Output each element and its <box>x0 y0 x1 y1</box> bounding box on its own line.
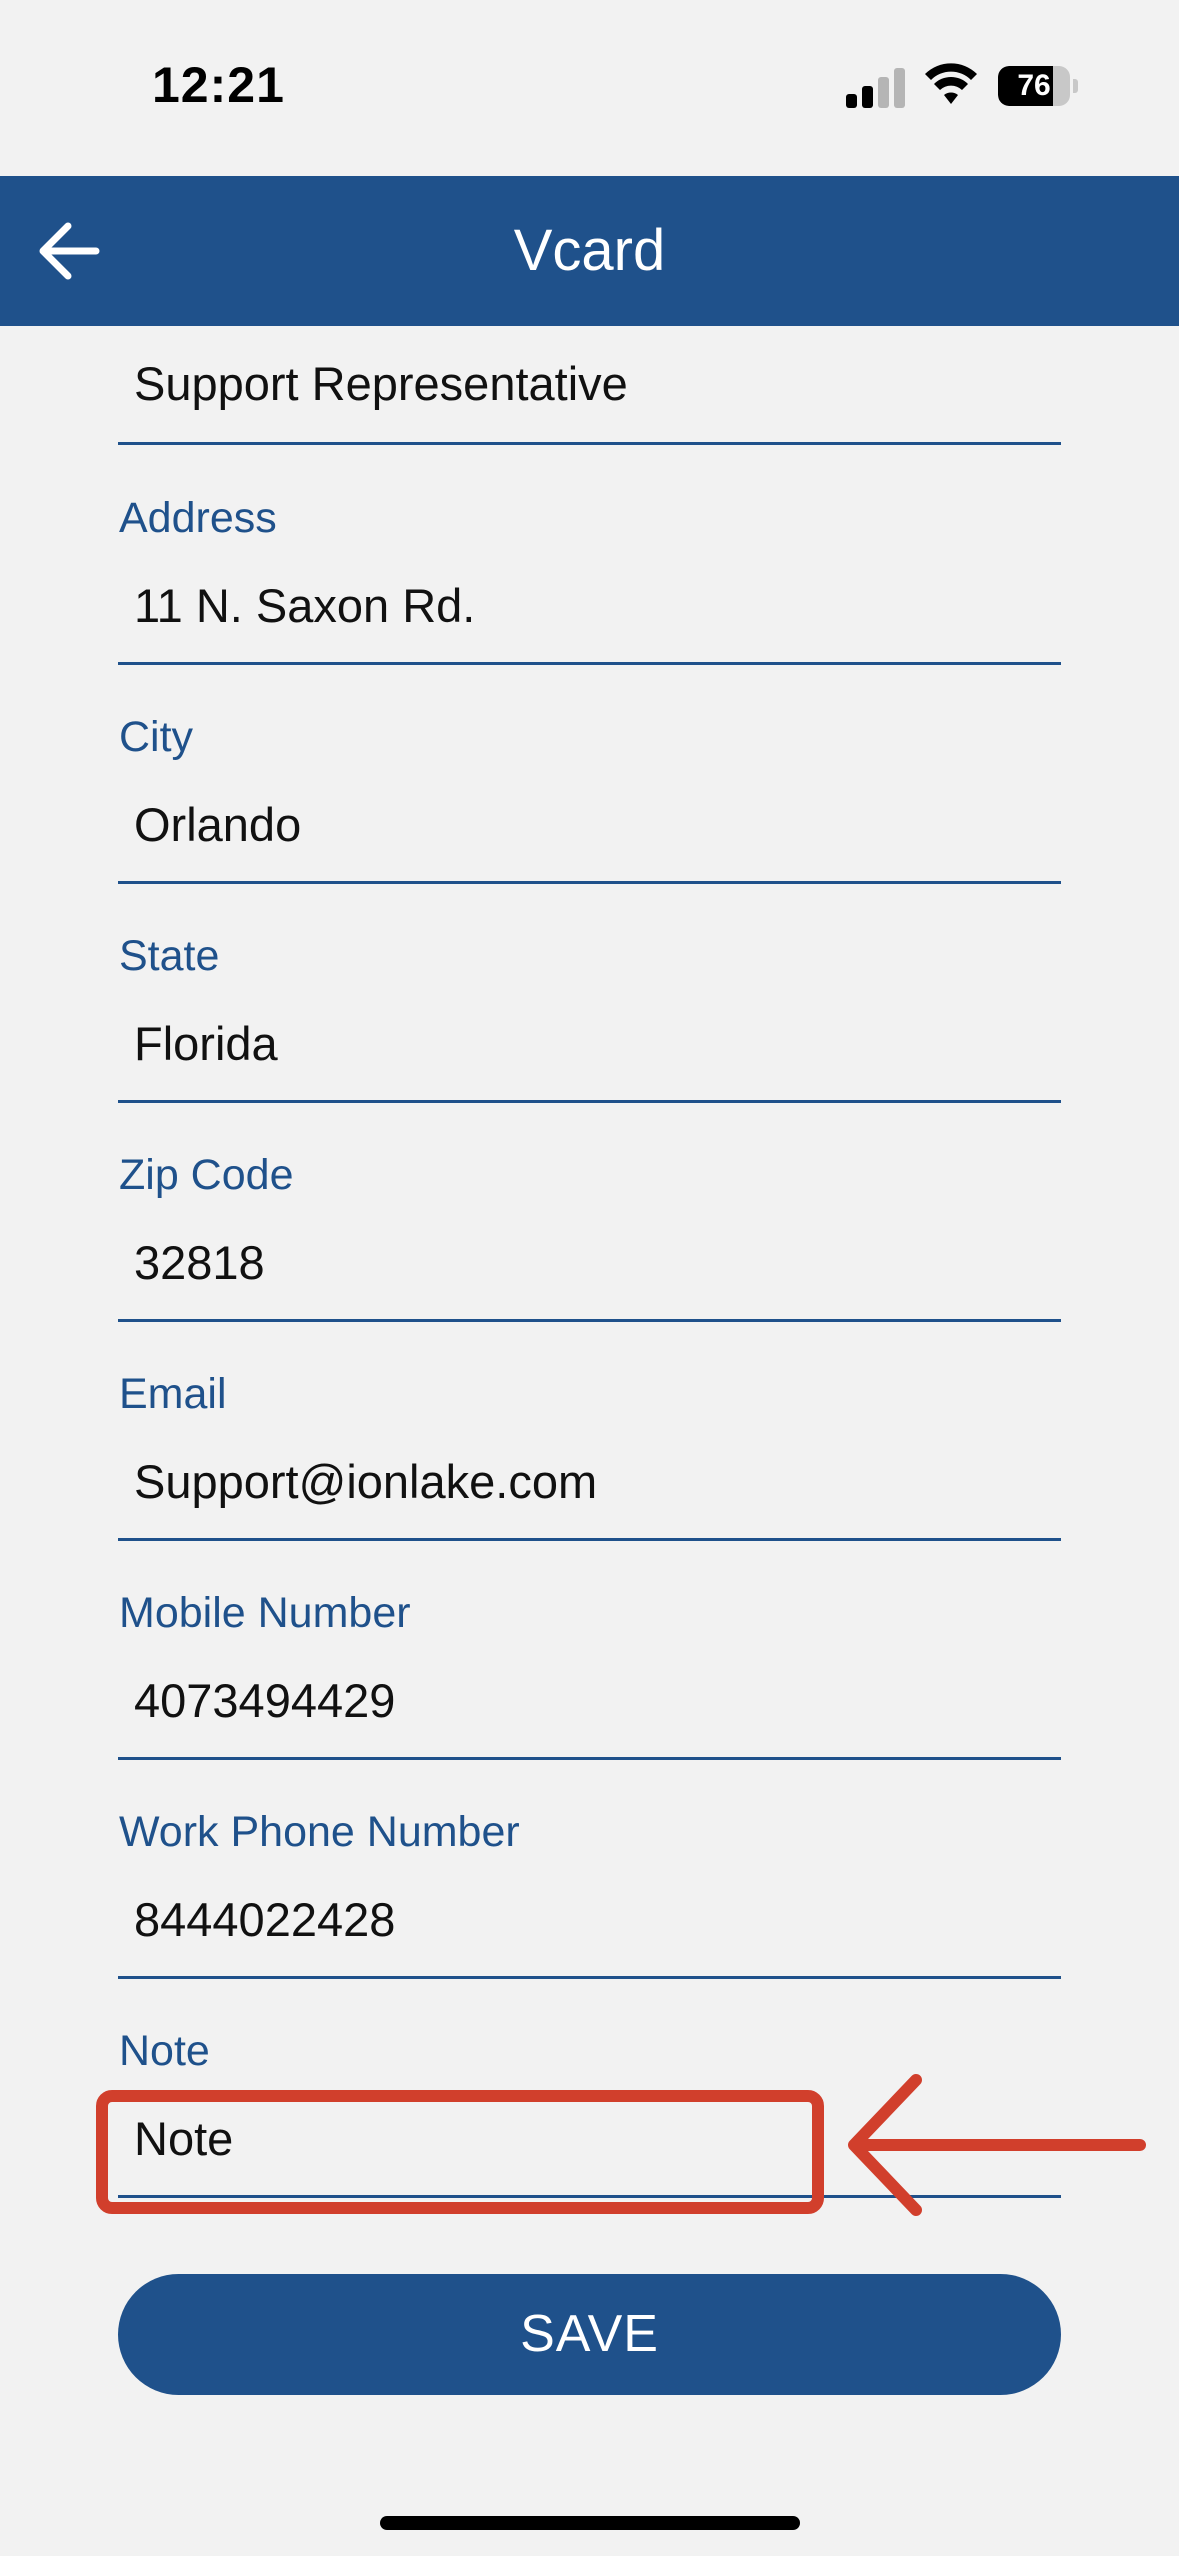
mobile-number-field[interactable]: Mobile Number 4073494429 <box>118 1541 1061 1761</box>
mobile-number-label: Mobile Number <box>119 1589 411 1637</box>
email-field[interactable]: Email Support@ionlake.com <box>118 1322 1061 1542</box>
state-value[interactable]: Florida <box>134 1016 278 1071</box>
zip-code-label: Zip Code <box>119 1151 294 1199</box>
page-title: Vcard <box>513 218 666 283</box>
app-bar: Vcard <box>0 176 1179 326</box>
email-label: Email <box>119 1370 227 1418</box>
status-bar: 12:21 76 <box>0 0 1179 176</box>
address-field[interactable]: Address 11 N. Saxon Rd. <box>118 446 1061 666</box>
wifi-icon <box>925 63 977 104</box>
address-value[interactable]: 11 N. Saxon Rd. <box>134 578 475 633</box>
mobile-number-value[interactable]: 4073494429 <box>134 1673 395 1728</box>
email-value[interactable]: Support@ionlake.com <box>134 1454 597 1509</box>
state-field[interactable]: State Florida <box>118 884 1061 1104</box>
title-value[interactable]: Support Representative <box>134 356 628 411</box>
signal-icon <box>846 62 906 108</box>
home-indicator <box>380 2516 800 2530</box>
annotation-arrow-icon <box>848 2074 1146 2216</box>
battery-icon: 76 <box>998 66 1080 108</box>
city-label: City <box>119 713 194 761</box>
work-phone-label: Work Phone Number <box>119 1808 520 1856</box>
city-field[interactable]: City Orlando <box>118 665 1061 885</box>
city-value[interactable]: Orlando <box>134 797 301 852</box>
state-label: State <box>119 932 220 980</box>
save-button[interactable]: SAVE <box>118 2274 1061 2395</box>
title-field[interactable]: Support Representative <box>118 326 1061 446</box>
zip-code-field[interactable]: Zip Code 32818 <box>118 1103 1061 1323</box>
work-phone-value[interactable]: 8444022428 <box>134 1892 395 1947</box>
work-phone-field[interactable]: Work Phone Number 8444022428 <box>118 1760 1061 1980</box>
zip-code-value[interactable]: 32818 <box>134 1235 265 1290</box>
title-underline <box>118 442 1061 445</box>
annotation-highlight-box <box>96 2090 824 2214</box>
status-time: 12:21 <box>152 57 285 113</box>
battery-percent: 76 <box>1017 69 1051 102</box>
address-label: Address <box>119 494 277 542</box>
note-label: Note <box>119 2027 210 2075</box>
